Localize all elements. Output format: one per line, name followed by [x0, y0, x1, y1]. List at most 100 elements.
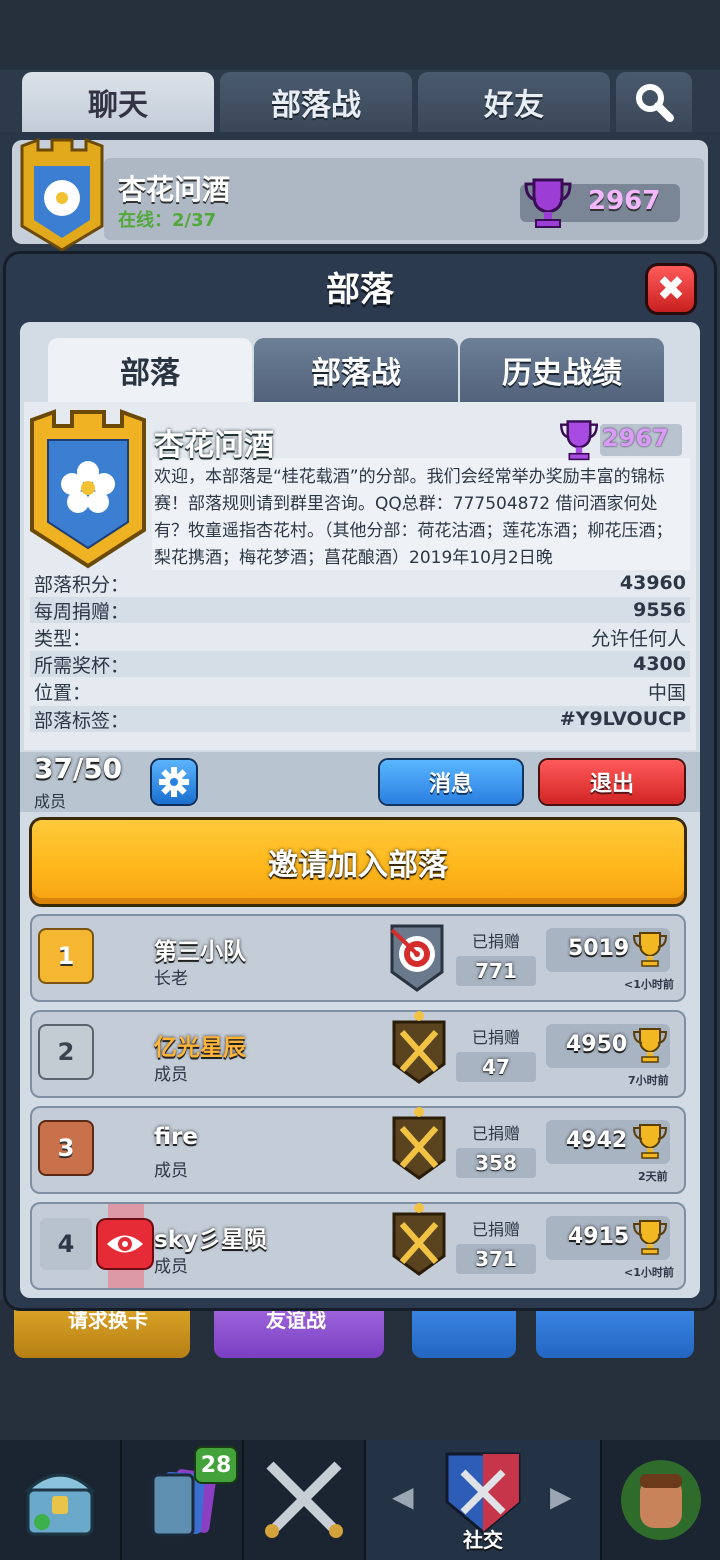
modal-title: 部落	[326, 270, 394, 310]
chat-message-button[interactable]	[536, 1300, 694, 1358]
donated-count: 358	[456, 1148, 536, 1178]
search-icon[interactable]	[616, 72, 692, 132]
gold-trophy-icon	[632, 1028, 668, 1063]
rank-badge: 2	[40, 1026, 92, 1078]
gold-trophy-icon	[632, 932, 668, 967]
request-cards-label: 请求换卡	[68, 1308, 148, 1332]
stat-label: 每周捐赠：	[34, 600, 130, 623]
crossed-swords-icon	[265, 1461, 343, 1538]
stat-value: 允许任何人	[590, 627, 686, 650]
purple-trophy-icon	[522, 176, 574, 234]
close-button[interactable]: ✖	[648, 266, 694, 312]
crossed-swords-arena-icon	[392, 1203, 446, 1276]
invite-to-clan-button[interactable]: 邀请加入部落	[32, 820, 684, 904]
close-icon: ✖	[656, 269, 686, 309]
clan-description: 欢迎，本部落是“桂花载酒”的分部。我们会经常举办奖励丰富的锦标赛！部落规则请到群…	[154, 467, 673, 568]
member-row[interactable]: 2 亿光星辰 成员 已捐赠 47 4950 7小时前	[32, 1011, 684, 1096]
gear-icon	[159, 767, 189, 797]
message-button[interactable]: 消息	[380, 760, 522, 804]
stat-value: 43960	[619, 572, 686, 594]
spectate-eye-icon[interactable]	[98, 1220, 152, 1268]
member-role: 成员	[154, 1257, 188, 1277]
tab-chat[interactable]: 聊天	[22, 72, 214, 132]
rank-badge: 1	[40, 930, 92, 982]
background-trophy-count: 2967	[588, 186, 661, 216]
stat-label: 部落标签：	[34, 709, 130, 732]
nav-social-label: 社交	[463, 1528, 503, 1552]
crossed-swords-arena-icon	[392, 1107, 446, 1180]
stat-row: 部落积分： 43960	[30, 570, 690, 596]
clan-trophy-count: 2967	[602, 424, 669, 452]
member-role: 成员	[154, 1065, 188, 1085]
donated-label: 已捐赠	[472, 1028, 521, 1047]
nav-shop[interactable]	[0, 1440, 122, 1560]
background-online-count: 在线：2/37	[118, 210, 217, 231]
leave-button[interactable]: 退出	[540, 760, 684, 804]
member-row[interactable]: 3 fire 成员 已捐赠 358 4942 2天前	[32, 1107, 684, 1192]
donated-label: 已捐赠	[472, 932, 521, 951]
member-role: 长老	[154, 969, 188, 989]
stat-label: 所需奖杯：	[34, 654, 130, 677]
member-trophies: 5019	[568, 936, 630, 961]
member-count: 37/50	[34, 752, 123, 785]
donated-label: 已捐赠	[472, 1124, 521, 1143]
donated-count: 771	[456, 956, 536, 986]
member-trophies: 4950	[566, 1032, 628, 1057]
cards-badge: 28	[194, 1446, 238, 1484]
giant-avatar-icon	[621, 1460, 701, 1540]
nav-events[interactable]	[602, 1440, 720, 1560]
tab-war-history[interactable]: 历史战绩	[460, 338, 664, 402]
emote-chat-button[interactable]	[412, 1300, 516, 1358]
member-trophies: 4942	[566, 1128, 628, 1153]
nav-cards[interactable]: 28	[122, 1440, 244, 1560]
tab-friends[interactable]: 好友	[418, 72, 610, 132]
member-name: 亿光星辰	[154, 1035, 246, 1061]
last-seen: <1小时前	[624, 978, 674, 991]
member-row[interactable]: 4 sky彡星陨 成员 已捐赠 371 4915 <1小时前	[32, 1203, 684, 1288]
nav-battle[interactable]	[244, 1440, 366, 1560]
background-clan-name: 杏花问酒	[118, 173, 231, 206]
member-name: sky彡星陨	[154, 1227, 267, 1253]
clan-tag-value[interactable]: #Y9LVOUCP	[560, 708, 686, 730]
member-trophies: 4915	[568, 1224, 630, 1249]
request-cards-button[interactable]: 请求换卡	[14, 1300, 190, 1358]
rank-badge: 4	[40, 1218, 92, 1270]
donated-count: 371	[456, 1244, 536, 1274]
tab-clan-war-modal[interactable]: 部落战	[254, 338, 458, 402]
stat-value: 4300	[633, 653, 686, 675]
stat-value: 9556	[633, 599, 686, 621]
stat-row[interactable]: 部落标签： #Y9LVOUCP	[30, 706, 690, 732]
gold-trophy-icon	[632, 1220, 668, 1255]
stat-row: 类型： 允许任何人	[30, 624, 690, 650]
chest-icon	[24, 1473, 96, 1536]
nav-right-arrow-icon[interactable]: ▶	[550, 1480, 572, 1513]
stat-row: 位置： 中国	[30, 678, 690, 704]
member-count-label: 成员	[34, 792, 67, 811]
clan-name: 杏花问酒	[154, 428, 274, 463]
donated-label: 已捐赠	[472, 1220, 521, 1239]
nav-social[interactable]: ◀ ▶ 社交	[366, 1440, 602, 1560]
stat-row: 所需奖杯： 4300	[30, 651, 690, 677]
nav-left-arrow-icon[interactable]: ◀	[392, 1480, 414, 1513]
stat-row: 每周捐赠： 9556	[30, 597, 690, 623]
rank-badge: 3	[40, 1122, 92, 1174]
tab-clan-war[interactable]: 部落战	[220, 72, 412, 132]
target-arena-icon	[390, 924, 444, 992]
member-role: 成员	[154, 1161, 188, 1181]
last-seen: 2天前	[638, 1170, 668, 1183]
friendly-battle-label: 友谊战	[266, 1308, 326, 1332]
crossed-swords-arena-icon	[392, 1011, 446, 1084]
last-seen: 7小时前	[628, 1074, 669, 1087]
stat-label: 类型：	[34, 627, 92, 650]
purple-trophy-icon	[558, 418, 600, 466]
tab-clan[interactable]: 部落	[48, 338, 252, 402]
background-clan-badge-icon	[16, 136, 108, 254]
clan-settings-button[interactable]	[152, 760, 196, 804]
member-name: fire	[154, 1124, 198, 1150]
member-name: 第三小队	[154, 939, 246, 965]
clan-badge-icon	[28, 406, 148, 570]
stat-label: 位置：	[34, 681, 92, 704]
stat-value: 中国	[647, 681, 686, 704]
friendly-battle-button[interactable]: 友谊战	[214, 1300, 384, 1358]
member-row[interactable]: 1 第三小队 长老 已捐赠 771 5019 <1小时前	[32, 916, 684, 1000]
